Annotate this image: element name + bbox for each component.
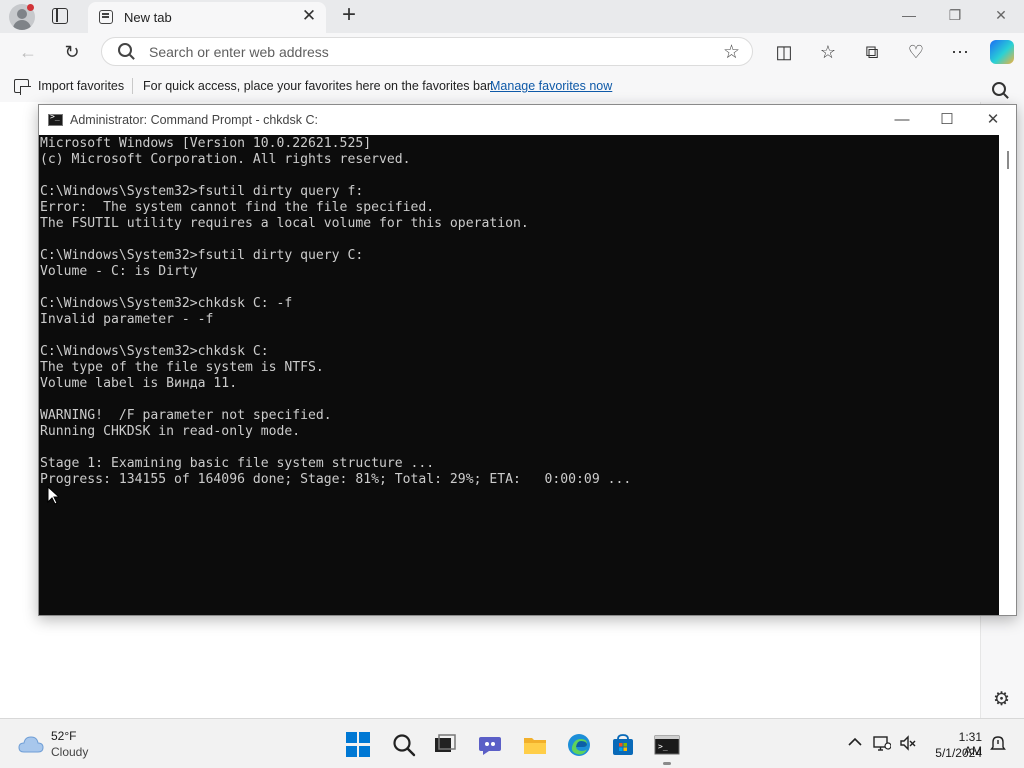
mouse-cursor-icon [47, 485, 61, 508]
weather-temperature[interactable]: 52°F [51, 729, 76, 743]
favorites-bar-message: For quick access, place your favorites h… [143, 79, 494, 93]
search-icon [118, 43, 132, 57]
browser-essentials-icon[interactable]: ♡ [905, 41, 927, 63]
console-line: The FSUTIL utility requires a local volu… [40, 216, 529, 231]
show-hidden-icons-chevron-icon[interactable] [846, 734, 864, 752]
cmd-console-output[interactable]: Microsoft Windows [Version 10.0.22621.52… [39, 135, 999, 615]
console-line: Invalid parameter - -f [40, 312, 214, 327]
console-line: C:\Windows\System32>chkdsk C: -f [40, 296, 293, 311]
task-view-icon[interactable] [432, 732, 458, 758]
svg-text:>_: >_ [658, 742, 668, 751]
close-window-icon[interactable]: ✕ [990, 4, 1012, 26]
chat-icon[interactable] [477, 732, 503, 758]
edge-browser-icon[interactable] [566, 732, 592, 758]
cmd-scrollbar-thumb[interactable] [1007, 151, 1009, 169]
restore-icon[interactable]: ❐ [944, 4, 966, 26]
notifications-bell-icon[interactable] [989, 734, 1007, 752]
cmd-maximize-icon[interactable]: ☐ [936, 109, 958, 131]
minimize-icon[interactable]: — [898, 4, 920, 26]
tab-strip: New tab ✕ + — ❐ ✕ [0, 0, 1024, 33]
console-line: Progress: 134155 of 164096 done; Stage: … [40, 472, 632, 487]
import-favorites-icon[interactable] [14, 79, 31, 95]
tab-title: New tab [124, 10, 172, 25]
copilot-icon[interactable] [990, 40, 1014, 64]
console-line: The type of the file system is NTFS. [40, 360, 324, 375]
favorites-bar: Import favorites For quick access, place… [0, 71, 1024, 102]
console-line: WARNING! /F parameter not specified. [40, 408, 332, 423]
console-line: C:\Windows\System32>chkdsk C: [40, 344, 269, 359]
new-tab-favicon-icon [99, 10, 113, 24]
collections-icon[interactable]: ⧉ [861, 41, 883, 63]
console-line: Running CHKDSK in read-only mode. [40, 424, 301, 439]
new-tab-button[interactable]: + [338, 3, 360, 27]
cmd-app-icon [48, 112, 63, 126]
console-line: (c) Microsoft Corporation. All rights re… [40, 152, 411, 167]
notification-dot [27, 4, 34, 11]
close-tab-icon[interactable]: ✕ [300, 7, 318, 25]
console-line: C:\Windows\System32>fsutil dirty query C… [40, 248, 364, 263]
weather-cloud-icon[interactable] [18, 735, 44, 753]
taskbar-search-icon[interactable] [391, 732, 417, 758]
volume-muted-icon[interactable] [899, 734, 917, 752]
cmd-minimize-icon[interactable]: — [891, 109, 913, 131]
address-bar[interactable]: Search or enter web address ☆ [101, 37, 753, 66]
cmd-titlebar[interactable]: Administrator: Command Prompt - chkdsk C… [39, 105, 1016, 135]
refresh-icon[interactable]: ↻ [61, 41, 83, 63]
taskbar: 52°F Cloudy >_ 1:31 AM 5/1/2024 [0, 718, 1024, 768]
back-icon[interactable]: ← [17, 41, 39, 63]
tab-new-tab[interactable]: New tab ✕ [88, 2, 326, 33]
favorites-divider [132, 78, 133, 94]
console-line: Microsoft Windows [Version 10.0.22621.52… [40, 136, 372, 151]
microsoft-store-icon[interactable] [610, 732, 636, 758]
network-icon[interactable] [873, 734, 892, 752]
favorites-icon[interactable]: ☆ [817, 41, 839, 63]
console-line: Error: The system cannot find the file s… [40, 200, 435, 215]
add-favorite-icon[interactable]: ☆ [723, 41, 740, 64]
weather-condition[interactable]: Cloudy [51, 745, 88, 759]
console-line: Volume label is Винда 11. [40, 376, 238, 391]
tab-actions-icon[interactable] [52, 8, 68, 24]
clock-date[interactable]: 5/1/2024 [926, 746, 982, 760]
start-windows-icon[interactable] [346, 732, 372, 758]
import-favorites-button[interactable]: Import favorites [38, 79, 124, 93]
address-placeholder: Search or enter web address [149, 44, 329, 60]
command-prompt-window[interactable]: Administrator: Command Prompt - chkdsk C… [38, 104, 1017, 616]
settings-more-icon[interactable]: ⋯ [949, 41, 971, 63]
cmd-window-title: Administrator: Command Prompt - chkdsk C… [70, 113, 318, 127]
cmd-close-icon[interactable]: ✕ [982, 109, 1004, 131]
manage-favorites-link[interactable]: Manage favorites now [490, 79, 612, 93]
console-line: Volume - C: is Dirty [40, 264, 198, 279]
sidebar-settings-gear-icon[interactable]: ⚙ [993, 688, 1010, 711]
file-explorer-icon[interactable] [522, 732, 548, 758]
console-line: Stage 1: Examining basic file system str… [40, 456, 435, 471]
command-prompt-taskbar-icon[interactable]: >_ [654, 732, 680, 765]
sidebar-search-icon[interactable] [992, 82, 1006, 96]
browser-toolbar: ← ↻ Search or enter web address ☆ ◫ ☆ ⧉ … [0, 33, 1024, 71]
console-line: C:\Windows\System32>fsutil dirty query f… [40, 184, 364, 199]
split-screen-icon[interactable]: ◫ [773, 41, 795, 63]
cmd-scrollbar[interactable] [999, 135, 1016, 615]
